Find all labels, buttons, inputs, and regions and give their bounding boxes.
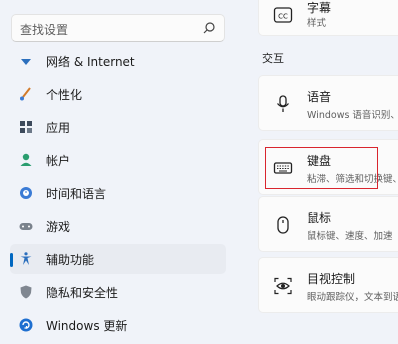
sidebar-item-label: 时间和语言 bbox=[46, 187, 107, 201]
search-icon[interactable] bbox=[202, 21, 216, 35]
card-eye-control[interactable]: 目视控制 眼动跟踪仪，文本到语 bbox=[258, 257, 398, 313]
sidebar-item-accessibility[interactable]: 辅助功能 bbox=[10, 244, 226, 274]
sidebar-item-privacy[interactable]: 隐私和安全性 bbox=[10, 277, 226, 307]
sidebar-item-accounts[interactable]: 帐户 bbox=[10, 145, 226, 175]
card-title: 字幕 bbox=[307, 1, 332, 15]
sidebar-item-label: 网络 & Internet bbox=[46, 55, 135, 69]
section-heading: 交互 bbox=[262, 52, 284, 65]
card-subtitle: Windows 语音识别、 bbox=[307, 110, 398, 121]
account-icon bbox=[20, 153, 32, 166]
sidebar-item-label: 个性化 bbox=[46, 88, 83, 102]
sidebar-item-personalization[interactable]: 个性化 bbox=[10, 79, 226, 109]
card-mouse[interactable]: 鼠标 鼠标键、速度、加速 bbox=[258, 196, 398, 252]
sidebar-item-label: 帐户 bbox=[46, 154, 71, 168]
brush-icon bbox=[20, 87, 31, 101]
search-box[interactable]: 查找设置 bbox=[11, 14, 225, 42]
captions-icon: CC bbox=[273, 7, 293, 23]
network-icon bbox=[21, 59, 31, 65]
sidebar-item-label: 辅助功能 bbox=[46, 253, 95, 267]
mouse-icon bbox=[277, 216, 289, 234]
time-language-icon bbox=[20, 187, 32, 199]
eye-control-icon bbox=[274, 277, 292, 295]
card-speech[interactable]: 语音 Windows 语音识别、 bbox=[258, 75, 398, 131]
sidebar-item-windows-update[interactable]: Windows 更新 bbox=[10, 310, 226, 340]
card-title: 目视控制 bbox=[307, 272, 356, 286]
sidebar-item-network[interactable]: 网络 & Internet bbox=[10, 46, 226, 76]
shield-icon bbox=[20, 285, 32, 299]
sidebar-item-gaming[interactable]: 游戏 bbox=[10, 211, 226, 241]
gaming-icon bbox=[19, 223, 33, 230]
microphone-icon bbox=[277, 95, 289, 112]
sidebar-item-label: 应用 bbox=[46, 121, 71, 135]
card-subtitle: 鼠标键、速度、加速 bbox=[307, 231, 393, 242]
active-indicator bbox=[10, 253, 13, 267]
sidebar-item-label: 隐私和安全性 bbox=[46, 286, 119, 300]
svg-text:CC: CC bbox=[278, 13, 288, 21]
update-icon bbox=[19, 318, 33, 332]
sidebar-item-apps[interactable]: 应用 bbox=[10, 112, 226, 142]
accessibility-icon bbox=[20, 252, 32, 265]
apps-icon bbox=[20, 121, 32, 133]
keyboard-highlight-box bbox=[265, 147, 378, 189]
card-subtitle: 眼动跟踪仪，文本到语 bbox=[307, 292, 398, 303]
sidebar: 查找设置 网络 & Internet 个性化 应用 帐户 时间和语言 游戏 辅助… bbox=[0, 0, 240, 344]
card-captions[interactable]: CC 字幕 样式 bbox=[258, 0, 398, 36]
sidebar-item-label: 游戏 bbox=[46, 220, 71, 234]
card-subtitle: 样式 bbox=[307, 18, 327, 29]
search-input[interactable]: 查找设置 bbox=[20, 21, 68, 38]
sidebar-item-time-language[interactable]: 时间和语言 bbox=[10, 178, 226, 208]
card-title: 语音 bbox=[307, 90, 332, 104]
card-title: 鼠标 bbox=[307, 211, 332, 225]
sidebar-item-label: Windows 更新 bbox=[46, 319, 128, 333]
